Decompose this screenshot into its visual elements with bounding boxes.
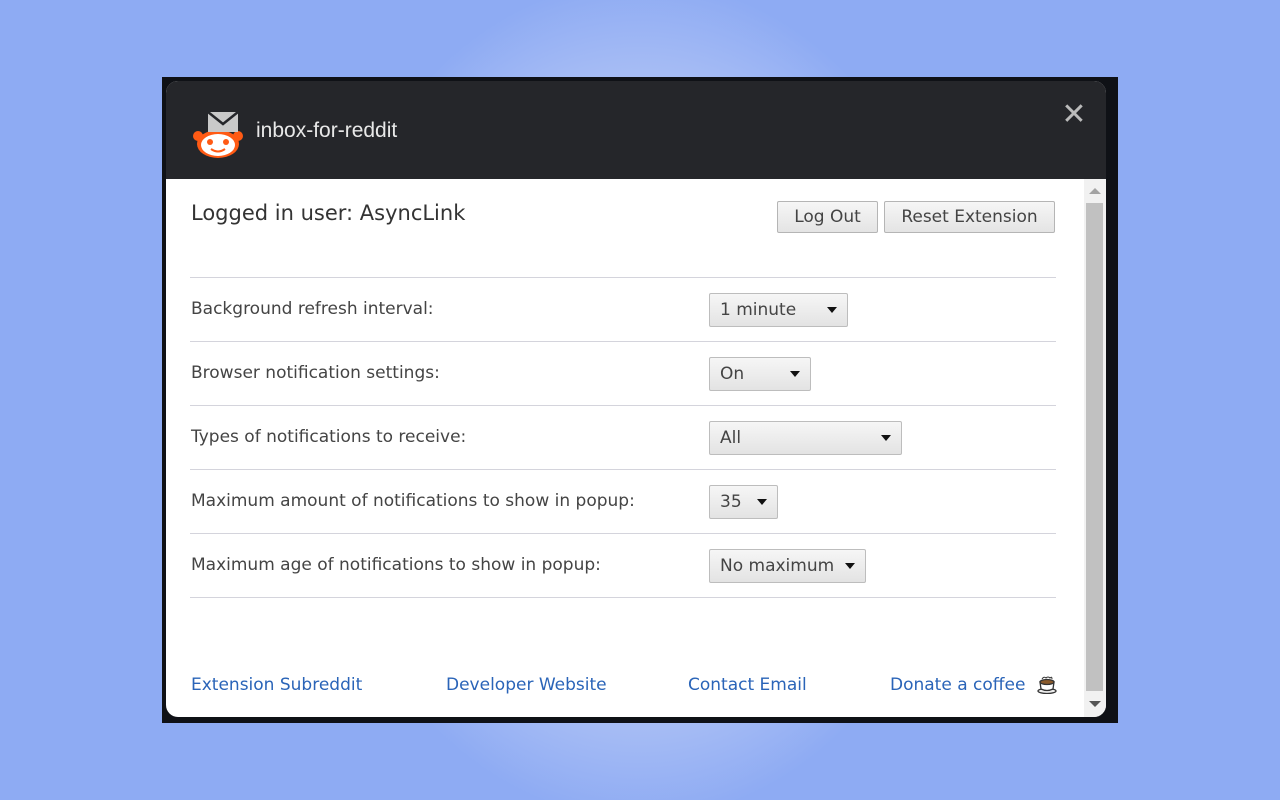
reset-extension-button[interactable]: Reset Extension — [884, 201, 1055, 233]
select-value: All — [720, 428, 742, 448]
setting-row-browser-notifications: Browser notification settings: On — [190, 342, 1056, 406]
setting-label: Types of notifications to receive: — [191, 427, 467, 447]
setting-label: Maximum age of notifications to show in … — [191, 555, 601, 575]
scroll-up-arrow-icon[interactable] — [1089, 188, 1101, 194]
donate-label: Donate a coffee — [890, 675, 1026, 695]
select-value: 35 — [720, 492, 742, 512]
setting-label: Maximum amount of notifications to show … — [191, 491, 635, 511]
chevron-down-icon — [881, 435, 891, 441]
extension-popup: inbox-for-reddit ✕ Logged in user: Async… — [166, 81, 1106, 717]
developer-website-link[interactable]: Developer Website — [446, 675, 607, 695]
contact-email-link[interactable]: Contact Email — [688, 675, 807, 695]
notification-types-select[interactable]: All — [709, 421, 902, 455]
extension-subreddit-link[interactable]: Extension Subreddit — [191, 675, 362, 695]
setting-label: Background refresh interval: — [191, 299, 434, 319]
browser-notification-select[interactable]: On — [709, 357, 811, 391]
reddit-mail-icon — [193, 111, 243, 158]
log-out-button[interactable]: Log Out — [777, 201, 878, 233]
setting-row-max-age: Maximum age of notifications to show in … — [190, 534, 1056, 598]
chevron-down-icon — [790, 371, 800, 377]
chevron-down-icon — [757, 499, 767, 505]
popup-header: inbox-for-reddit ✕ — [166, 81, 1106, 179]
donate-coffee-link[interactable]: Donate a coffee — [890, 675, 1057, 695]
scrollbar-thumb[interactable] — [1086, 203, 1103, 691]
settings-content: Logged in user: AsyncLink Log Out Reset … — [166, 179, 1084, 717]
close-icon[interactable]: ✕ — [1060, 100, 1088, 130]
logged-in-user-label: Logged in user: AsyncLink — [191, 201, 466, 225]
settings-list: Background refresh interval: 1 minute Br… — [190, 277, 1056, 598]
max-age-select[interactable]: No maximum — [709, 549, 866, 583]
vertical-scrollbar[interactable] — [1084, 179, 1106, 717]
max-amount-select[interactable]: 35 — [709, 485, 778, 519]
select-value: 1 minute — [720, 300, 797, 320]
setting-row-refresh-interval: Background refresh interval: 1 minute — [190, 278, 1056, 342]
select-value: No maximum — [720, 556, 835, 576]
app-title: inbox-for-reddit — [256, 119, 398, 142]
coffee-cup-icon — [1037, 676, 1057, 694]
setting-label: Browser notification settings: — [191, 363, 440, 383]
select-value: On — [720, 364, 745, 384]
chevron-down-icon — [827, 307, 837, 313]
setting-row-notification-types: Types of notifications to receive: All — [190, 406, 1056, 470]
scroll-down-arrow-icon[interactable] — [1089, 701, 1101, 707]
chevron-down-icon — [845, 563, 855, 569]
refresh-interval-select[interactable]: 1 minute — [709, 293, 848, 327]
setting-row-max-amount: Maximum amount of notifications to show … — [190, 470, 1056, 534]
